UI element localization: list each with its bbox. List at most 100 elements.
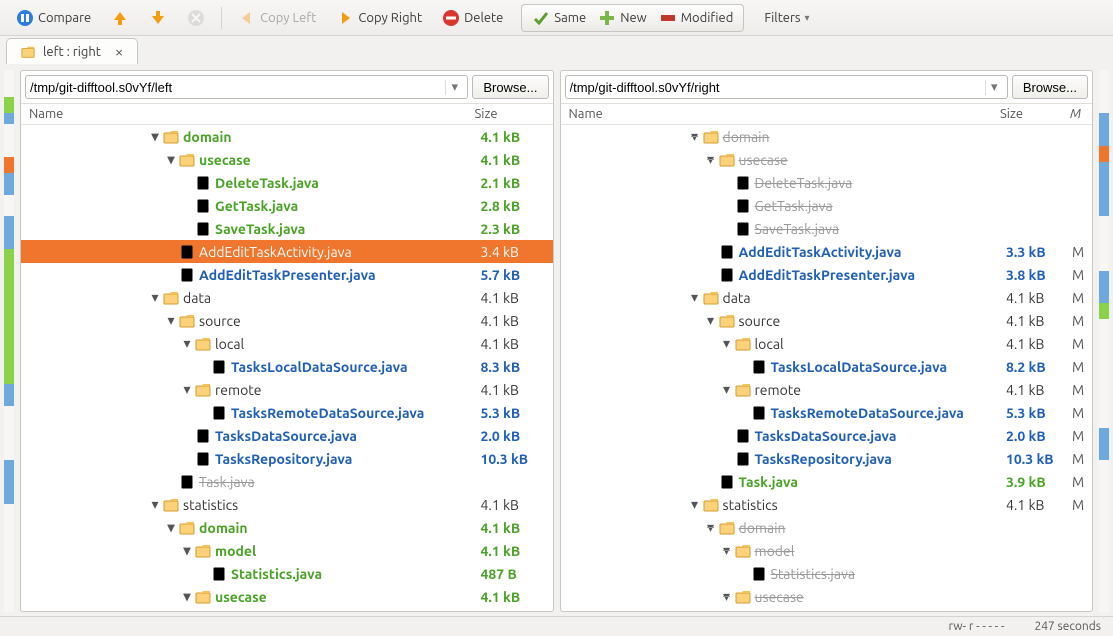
expander-icon[interactable]: ▾ xyxy=(149,128,161,145)
delete-button[interactable]: Delete xyxy=(434,6,511,30)
tree-row[interactable]: ▾statistics4.1 kBM xyxy=(561,493,1093,516)
row-size: 4.1 kB xyxy=(1002,336,1072,352)
tree-row[interactable]: TasksRepository.java10.3 kBM xyxy=(561,447,1093,470)
new-filter-toggle[interactable]: New xyxy=(592,7,653,29)
tree-row[interactable]: TasksRemoteDataSource.java5.3 kB xyxy=(21,401,553,424)
expander-icon[interactable]: ▾ xyxy=(149,496,161,513)
tree-row[interactable]: SaveTask.java xyxy=(561,217,1093,240)
expander-icon[interactable]: ▾ xyxy=(705,519,717,536)
row-size: 2.0 kB xyxy=(477,428,547,444)
tree-row[interactable]: ▾source4.1 kB xyxy=(21,309,553,332)
tree-row[interactable]: TasksLocalDataSource.java8.3 kB xyxy=(21,355,553,378)
tree-row[interactable]: ▾remote4.1 kBM xyxy=(561,378,1093,401)
expander-icon[interactable]: ▾ xyxy=(181,588,193,605)
left-overview-bar[interactable] xyxy=(4,70,14,612)
tree-row[interactable]: ▾domain4.1 kB xyxy=(21,516,553,539)
right-path-field[interactable] xyxy=(570,80,985,95)
tree-row[interactable]: ▾usecase xyxy=(561,585,1093,608)
tree-row[interactable]: TasksLocalDataSource.java8.2 kBM xyxy=(561,355,1093,378)
tree-row[interactable]: ▾domain xyxy=(561,125,1093,148)
tree-row[interactable]: DeleteTask.java2.1 kB xyxy=(21,171,553,194)
tree-row[interactable]: GetTask.java2.8 kB xyxy=(21,194,553,217)
filters-menu[interactable]: Filters ▾ xyxy=(756,8,817,28)
tree-row[interactable]: Statistics.java487 B xyxy=(21,562,553,585)
tree-row[interactable]: ▾usecase4.1 kB xyxy=(21,148,553,171)
expander-icon[interactable]: ▾ xyxy=(181,381,193,398)
tree-row[interactable]: GetStatistics.java xyxy=(561,608,1093,611)
expander-icon[interactable]: ▾ xyxy=(705,312,717,329)
tree-row[interactable]: DeleteTask.java xyxy=(561,171,1093,194)
tree-row[interactable]: Task.java xyxy=(21,470,553,493)
expander-icon[interactable]: ▾ xyxy=(689,128,701,145)
tree-row[interactable]: ▾usecase xyxy=(561,148,1093,171)
col-size-header[interactable]: Size xyxy=(475,107,545,121)
right-overview-bar[interactable] xyxy=(1099,70,1109,612)
row-size: 3.3 kB xyxy=(1002,244,1072,260)
tree-row[interactable]: TasksDataSource.java2.0 kBM xyxy=(561,424,1093,447)
expander-icon[interactable]: ▾ xyxy=(689,289,701,306)
expander-icon[interactable]: ▾ xyxy=(721,542,733,559)
col-name-header[interactable]: Name xyxy=(29,107,475,121)
tree-row[interactable]: SaveTask.java2.3 kB xyxy=(21,217,553,240)
expander-icon[interactable]: ▾ xyxy=(181,542,193,559)
tree-row[interactable]: Task.java3.9 kBM xyxy=(561,470,1093,493)
arrow-down-button[interactable] xyxy=(141,6,175,30)
tree-row[interactable]: AddEditTaskPresenter.java5.7 kB xyxy=(21,263,553,286)
tree-row[interactable]: GetTask.java xyxy=(561,194,1093,217)
expander-icon[interactable]: ▾ xyxy=(165,519,177,536)
tree-row[interactable]: TasksDataSource.java2.0 kB xyxy=(21,424,553,447)
right-tree[interactable]: ▾domain▾usecaseDeleteTask.javaGetTask.ja… xyxy=(561,125,1093,611)
tree-row[interactable]: ▾domain xyxy=(561,516,1093,539)
left-tree[interactable]: ▾domain4.1 kB▾usecase4.1 kBDeleteTask.ja… xyxy=(21,125,553,611)
close-icon[interactable]: × xyxy=(115,43,123,60)
delete-label: Delete xyxy=(464,11,503,25)
col-size-header[interactable]: Size xyxy=(1000,107,1070,121)
tab-left-right[interactable]: left : right × xyxy=(6,38,138,64)
col-name-header[interactable]: Name xyxy=(569,107,1001,121)
tree-row[interactable]: ▾model4.1 kB xyxy=(21,539,553,562)
tree-row[interactable]: ▾local4.1 kB xyxy=(21,332,553,355)
tree-row[interactable]: ▾statistics4.1 kB xyxy=(21,493,553,516)
expander-icon[interactable]: ▾ xyxy=(705,151,717,168)
tree-row[interactable]: ▾local4.1 kBM xyxy=(561,332,1093,355)
expander-icon[interactable]: ▾ xyxy=(181,335,193,352)
tree-row[interactable]: GetStatistics.java2.5 kB xyxy=(21,608,553,611)
tree-row[interactable]: ▾remote4.1 kB xyxy=(21,378,553,401)
arrow-up-button[interactable] xyxy=(103,6,137,30)
tree-row[interactable]: TasksRepository.java10.3 kB xyxy=(21,447,553,470)
expander-icon[interactable]: ▾ xyxy=(689,496,701,513)
tree-row[interactable]: ▾source4.1 kBM xyxy=(561,309,1093,332)
expander-icon[interactable]: ▾ xyxy=(721,335,733,352)
expander-icon[interactable]: ▾ xyxy=(165,151,177,168)
copy-right-button[interactable]: Copy Right xyxy=(328,6,430,30)
col-extra-header[interactable]: M xyxy=(1070,107,1084,121)
compare-button[interactable]: Compare xyxy=(8,6,99,30)
right-browse-button[interactable]: Browse... xyxy=(1012,75,1088,99)
right-path-input[interactable]: ▾ xyxy=(565,75,1008,99)
tree-row[interactable]: TasksRemoteDataSource.java5.3 kBM xyxy=(561,401,1093,424)
modified-filter-toggle[interactable]: Modified xyxy=(653,7,740,29)
row-size: 4.1 kB xyxy=(1002,382,1072,398)
tree-row[interactable]: AddEditTaskActivity.java3.3 kBM xyxy=(561,240,1093,263)
expander-icon[interactable]: ▾ xyxy=(165,312,177,329)
tree-row[interactable]: Statistics.java xyxy=(561,562,1093,585)
chevron-down-icon[interactable]: ▾ xyxy=(985,80,1003,95)
tree-row[interactable]: AddEditTaskPresenter.java3.8 kBM xyxy=(561,263,1093,286)
expander-icon[interactable]: ▾ xyxy=(149,289,161,306)
tree-row[interactable]: ▾data4.1 kBM xyxy=(561,286,1093,309)
left-browse-button[interactable]: Browse... xyxy=(472,75,548,99)
left-path-input[interactable]: ▾ xyxy=(25,75,468,99)
same-filter-toggle[interactable]: Same xyxy=(526,7,592,29)
tree-row[interactable]: AddEditTaskActivity.java3.4 kB xyxy=(21,240,553,263)
row-size: 8.3 kB xyxy=(477,359,547,375)
tree-row[interactable]: ▾model xyxy=(561,539,1093,562)
tree-row[interactable]: ▾usecase4.1 kB xyxy=(21,585,553,608)
row-label: data xyxy=(183,290,211,306)
row-size: 4.1 kB xyxy=(477,290,547,306)
tree-row[interactable]: ▾ data 4.1 kB xyxy=(21,286,553,309)
tree-row[interactable]: ▾domain4.1 kB xyxy=(21,125,553,148)
expander-icon[interactable]: ▾ xyxy=(721,588,733,605)
left-path-field[interactable] xyxy=(30,80,445,95)
chevron-down-icon[interactable]: ▾ xyxy=(445,80,463,95)
expander-icon[interactable]: ▾ xyxy=(721,381,733,398)
